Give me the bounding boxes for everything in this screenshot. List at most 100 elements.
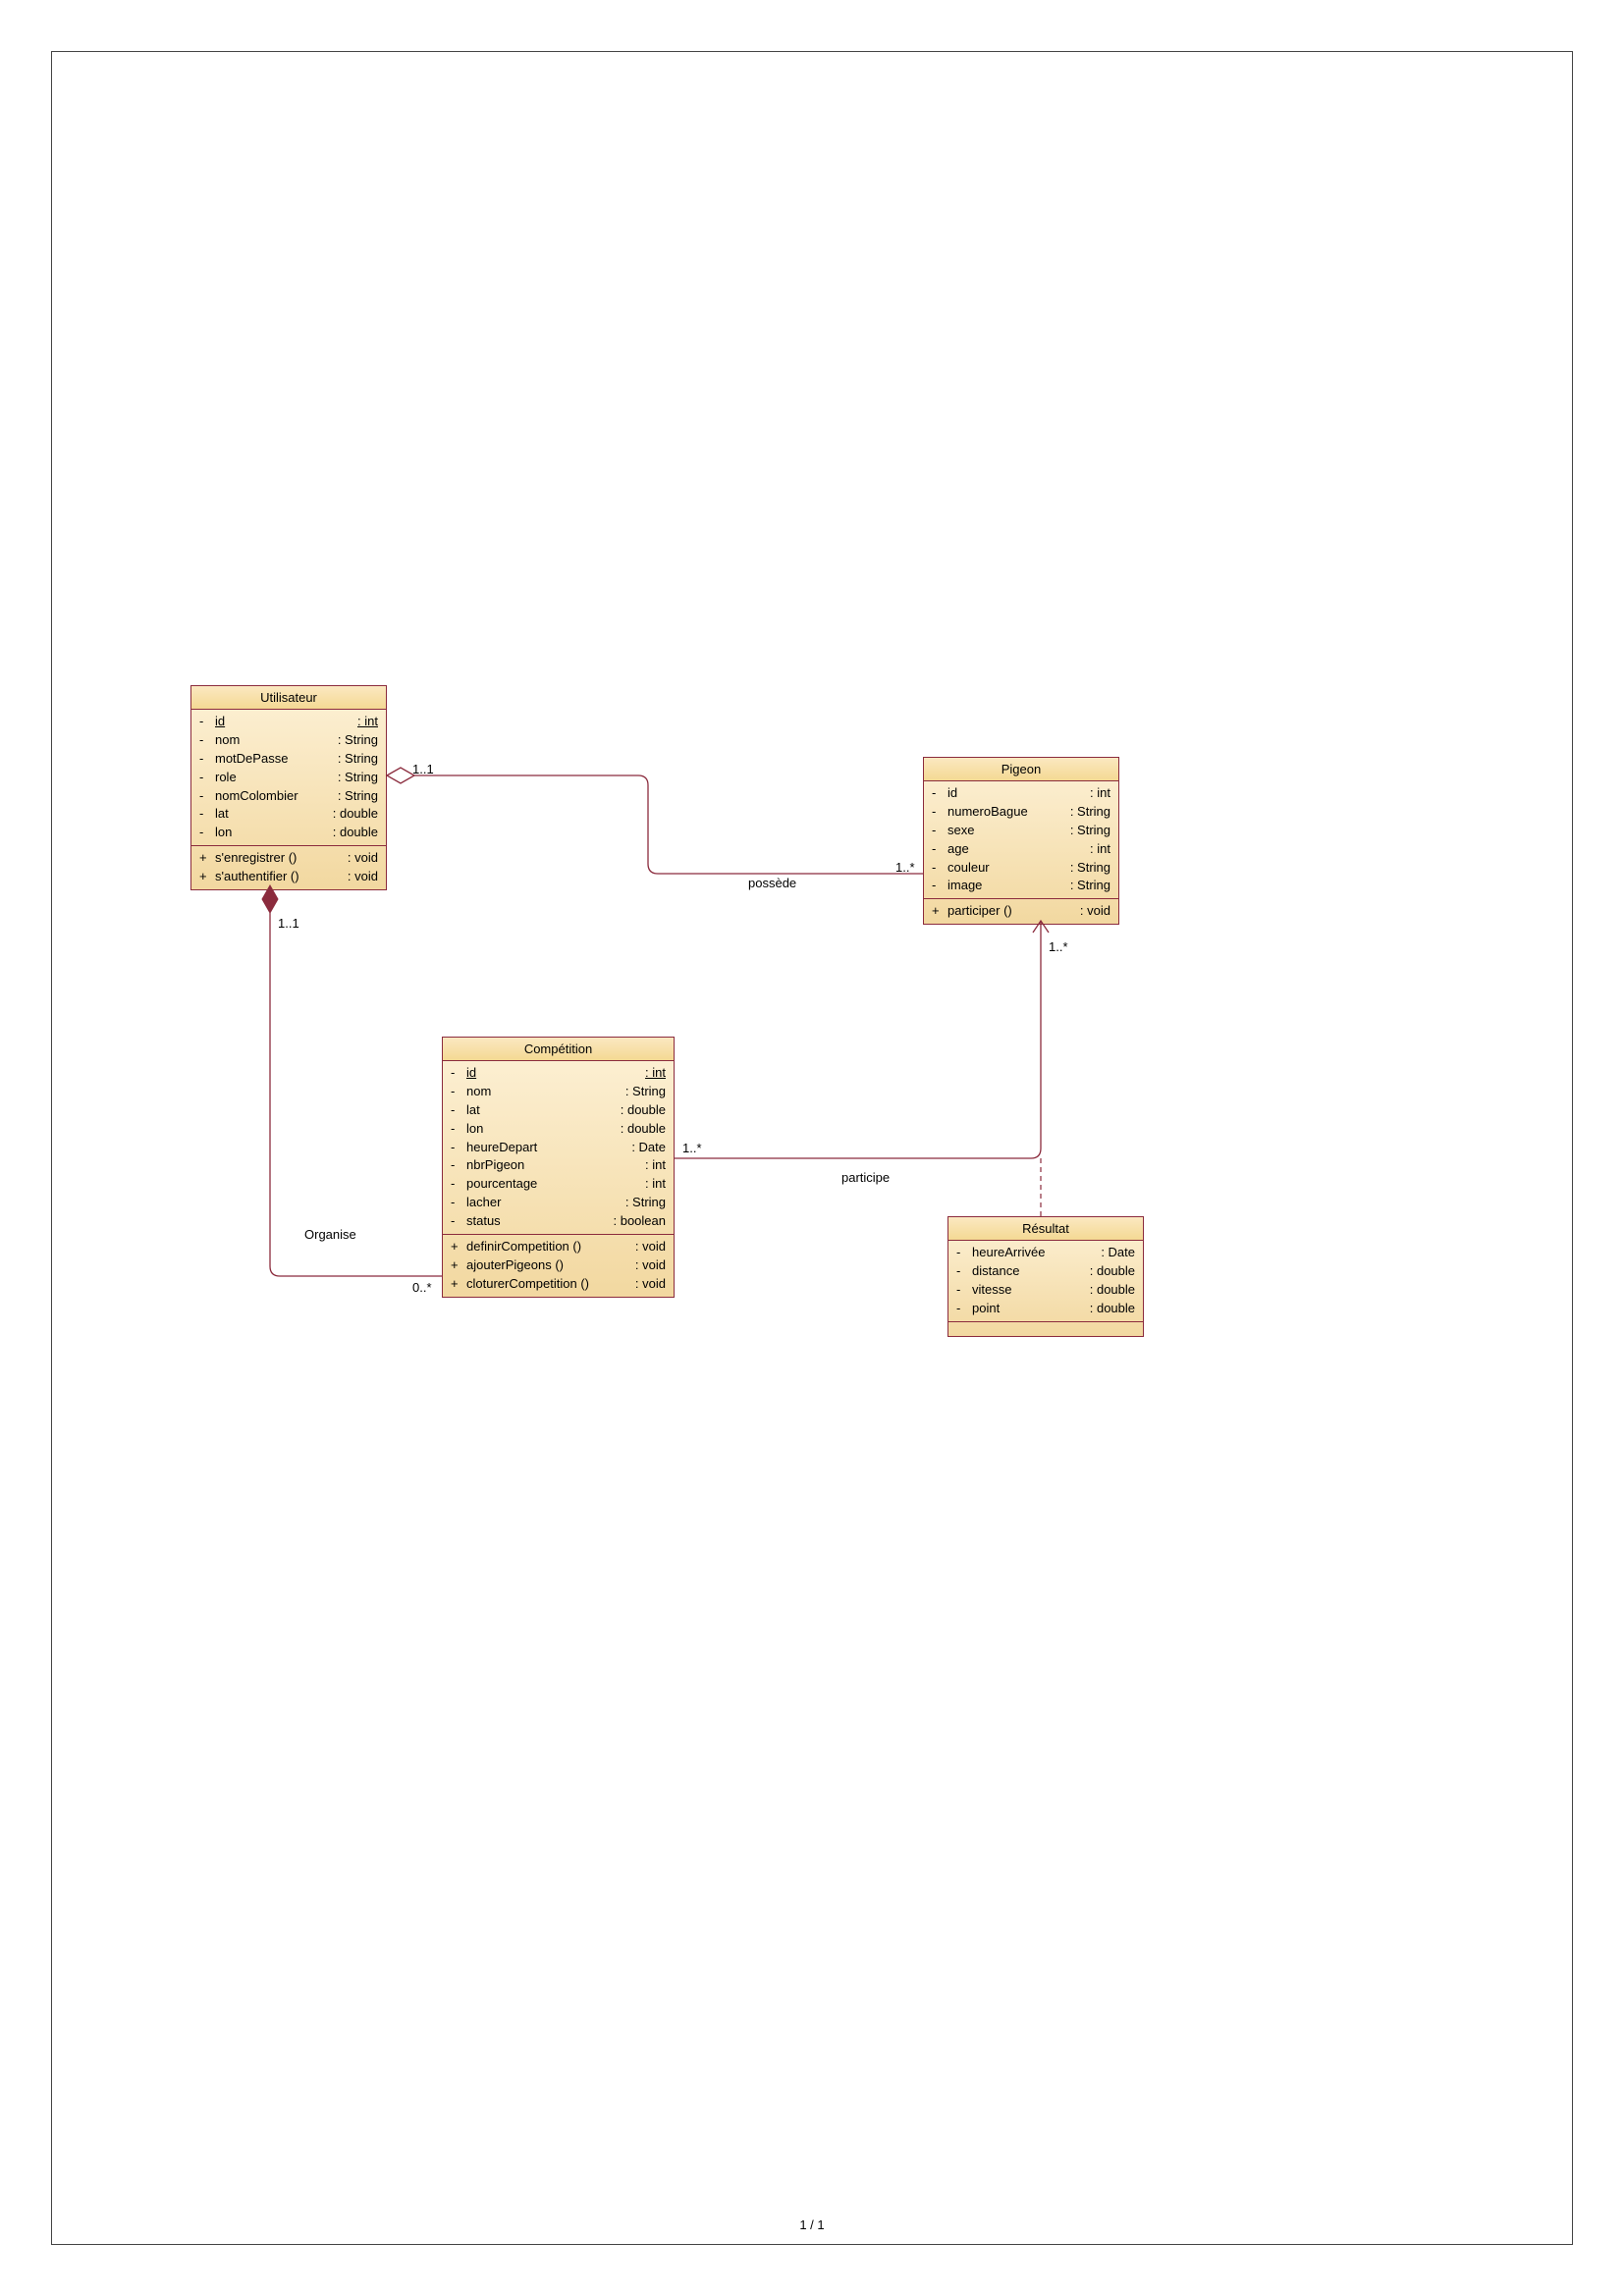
member-type: : int: [1090, 785, 1110, 802]
class-title: Compétition: [443, 1038, 674, 1061]
member-row: -nomColombier: String: [191, 787, 386, 806]
member-name: nbrPigeon: [466, 1157, 645, 1174]
multiplicity: 1..*: [1049, 939, 1068, 954]
member-row: +definirCompetition (): void: [443, 1238, 674, 1256]
member-row: -role: String: [191, 769, 386, 787]
member-row: -lat: double: [443, 1101, 674, 1120]
member-row: -vitesse: double: [948, 1281, 1143, 1300]
member-type: : double: [621, 1102, 666, 1119]
member-name: participer (): [947, 903, 1080, 920]
member-type: : String: [338, 788, 378, 805]
member-type: : String: [1070, 804, 1110, 821]
visibility: -: [932, 841, 947, 858]
attr-section: -id: int-numeroBague: String-sexe: Strin…: [924, 781, 1118, 899]
visibility: -: [932, 878, 947, 894]
member-name: s'enregistrer (): [215, 850, 348, 867]
visibility: -: [956, 1301, 972, 1317]
visibility: -: [956, 1282, 972, 1299]
member-name: lat: [466, 1102, 621, 1119]
member-row: -sexe: String: [924, 822, 1118, 840]
member-name: pourcentage: [466, 1176, 645, 1193]
member-type: : void: [635, 1257, 666, 1274]
member-row: -id: int: [191, 713, 386, 731]
member-name: cloturerCompetition (): [466, 1276, 635, 1293]
visibility: +: [199, 869, 215, 885]
visibility: +: [199, 850, 215, 867]
visibility: -: [932, 860, 947, 877]
member-type: : double: [333, 825, 378, 841]
member-name: status: [466, 1213, 614, 1230]
member-row: -status: boolean: [443, 1212, 674, 1231]
rel-label: participe: [841, 1170, 890, 1185]
page-number: 1 / 1: [0, 2217, 1624, 2232]
member-row: -lacher: String: [443, 1194, 674, 1212]
member-name: nom: [466, 1084, 625, 1100]
multiplicity: 1..*: [895, 860, 915, 875]
member-row: -lat: double: [191, 805, 386, 824]
member-row: -id: int: [924, 784, 1118, 803]
member-type: : double: [621, 1121, 666, 1138]
member-name: motDePasse: [215, 751, 338, 768]
member-row: -numeroBague: String: [924, 803, 1118, 822]
member-row: +s'enregistrer (): void: [191, 849, 386, 868]
member-row: +s'authentifier (): void: [191, 868, 386, 886]
class-resultat: Résultat -heureArrivée: Date-distance: d…: [947, 1216, 1144, 1337]
member-row: -lon: double: [443, 1120, 674, 1139]
member-name: lacher: [466, 1195, 625, 1211]
class-utilisateur: Utilisateur -id: int-nom: String-motDePa…: [190, 685, 387, 890]
member-name: distance: [972, 1263, 1090, 1280]
member-name: image: [947, 878, 1070, 894]
multiplicity: 1..1: [412, 762, 434, 776]
member-type: : String: [338, 770, 378, 786]
member-type: : String: [1070, 878, 1110, 894]
member-name: id: [215, 714, 357, 730]
member-type: : void: [348, 869, 378, 885]
visibility: -: [932, 804, 947, 821]
visibility: +: [451, 1257, 466, 1274]
class-pigeon: Pigeon -id: int-numeroBague: String-sexe…: [923, 757, 1119, 925]
member-name: heureArrivée: [972, 1245, 1101, 1261]
member-name: s'authentifier (): [215, 869, 348, 885]
member-row: -distance: double: [948, 1262, 1143, 1281]
ops-section: +participer (): void: [924, 899, 1118, 924]
rel-label: possède: [748, 876, 796, 890]
member-row: -nom: String: [191, 731, 386, 750]
member-row: -id: int: [443, 1064, 674, 1083]
member-type: : void: [635, 1276, 666, 1293]
member-row: +cloturerCompetition (): void: [443, 1275, 674, 1294]
member-name: nom: [215, 732, 338, 749]
member-row: -nom: String: [443, 1083, 674, 1101]
member-row: +ajouterPigeons (): void: [443, 1256, 674, 1275]
multiplicity: 1..*: [682, 1141, 702, 1155]
class-title: Résultat: [948, 1217, 1143, 1241]
attr-section: -id: int-nom: String-lat: double-lon: do…: [443, 1061, 674, 1235]
visibility: -: [199, 732, 215, 749]
member-type: : Date: [631, 1140, 666, 1156]
visibility: -: [956, 1245, 972, 1261]
member-name: sexe: [947, 823, 1070, 839]
member-name: id: [466, 1065, 645, 1082]
member-type: : int: [645, 1176, 666, 1193]
class-competition: Compétition -id: int-nom: String-lat: do…: [442, 1037, 675, 1298]
member-name: point: [972, 1301, 1090, 1317]
member-type: : double: [1090, 1282, 1135, 1299]
member-name: couleur: [947, 860, 1070, 877]
member-type: : String: [338, 751, 378, 768]
member-type: : void: [348, 850, 378, 867]
member-name: age: [947, 841, 1090, 858]
visibility: -: [199, 770, 215, 786]
member-name: nomColombier: [215, 788, 338, 805]
visibility: -: [451, 1084, 466, 1100]
page-frame: [51, 51, 1573, 2245]
class-title: Pigeon: [924, 758, 1118, 781]
member-type: : String: [625, 1084, 666, 1100]
visibility: -: [451, 1157, 466, 1174]
member-type: : double: [1090, 1263, 1135, 1280]
attr-section: -heureArrivée: Date-distance: double-vit…: [948, 1241, 1143, 1322]
member-row: -point: double: [948, 1300, 1143, 1318]
ops-section: +s'enregistrer (): void+s'authentifier (…: [191, 846, 386, 889]
member-type: : int: [1090, 841, 1110, 858]
member-name: lat: [215, 806, 333, 823]
visibility: -: [199, 751, 215, 768]
member-name: lon: [215, 825, 333, 841]
